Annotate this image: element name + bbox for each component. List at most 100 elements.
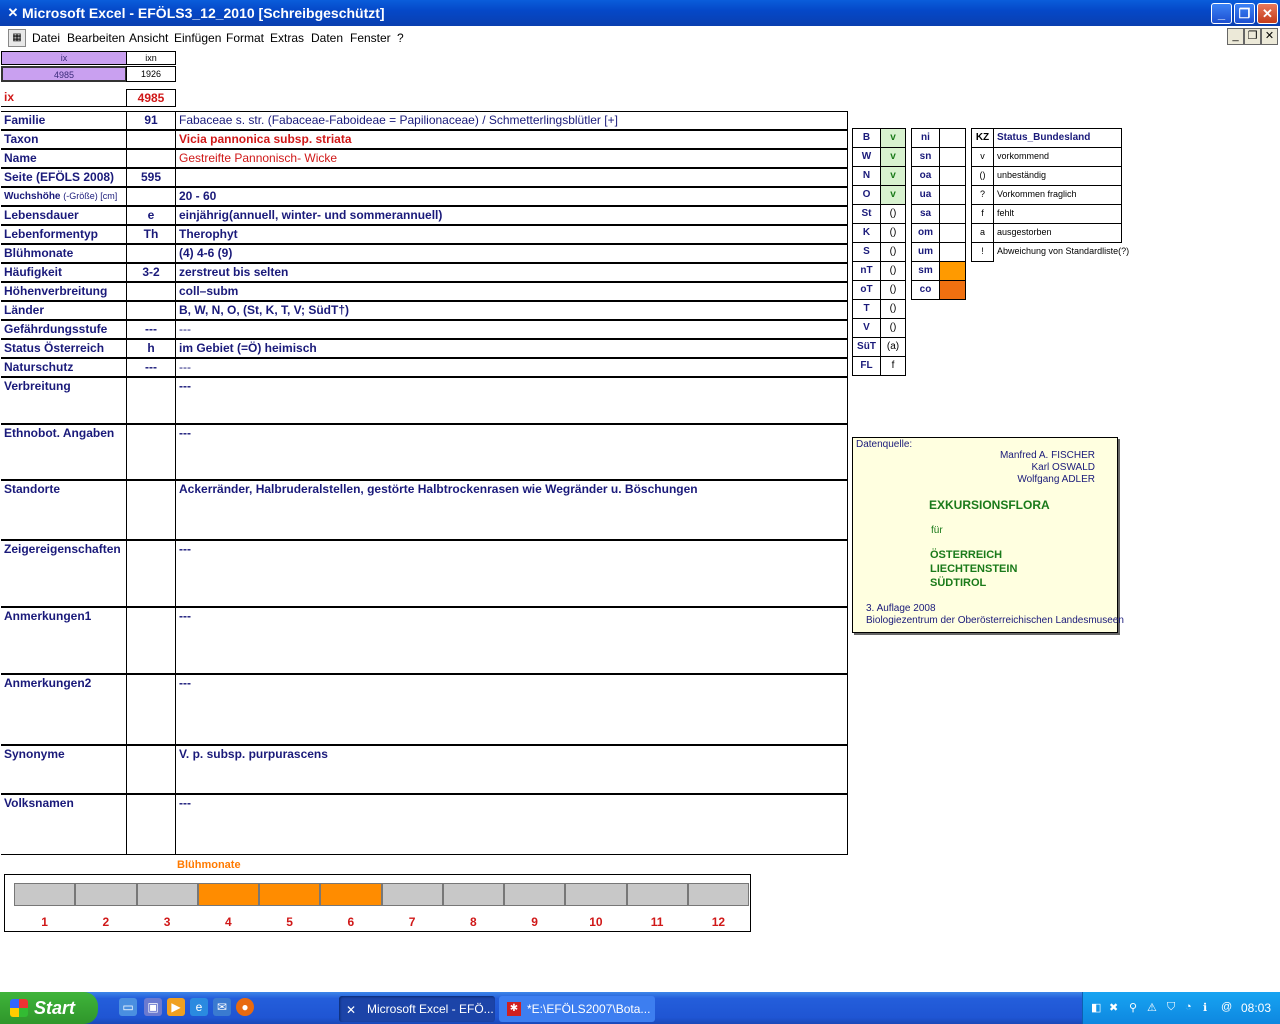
search-icon[interactable]: ⚲ bbox=[1129, 1001, 1137, 1014]
row-code[interactable] bbox=[126, 794, 176, 855]
row-value[interactable]: Therophyt bbox=[175, 225, 848, 244]
row-code[interactable]: 3-2 bbox=[126, 263, 176, 282]
row-value[interactable]: --- bbox=[175, 674, 848, 745]
row-value[interactable]: --- bbox=[175, 540, 848, 607]
laender-status[interactable]: v bbox=[880, 185, 906, 205]
stufe-value[interactable] bbox=[939, 280, 966, 300]
row-value[interactable]: Vicia pannonica subsp. striata bbox=[175, 130, 848, 149]
menu-datei[interactable]: Datei bbox=[32, 31, 60, 45]
row-code[interactable] bbox=[126, 187, 176, 206]
close-button[interactable]: ✕ bbox=[1257, 3, 1278, 24]
workbook-icon[interactable]: ▦ bbox=[8, 29, 26, 47]
row-code[interactable] bbox=[126, 377, 176, 424]
row-value[interactable]: --- bbox=[175, 377, 848, 424]
task-excel[interactable]: Microsoft Excel - EFÖ... bbox=[339, 996, 495, 1022]
stufe-value[interactable] bbox=[939, 261, 966, 281]
quicklaunch-desktop-icon[interactable]: ▭ bbox=[119, 998, 137, 1016]
shield-icon[interactable]: ⛉ bbox=[1167, 1001, 1175, 1014]
row-value[interactable]: coll–subm bbox=[175, 282, 848, 301]
row-code[interactable]: Th bbox=[126, 225, 176, 244]
row-value[interactable]: Gestreifte Pannonisch- Wicke bbox=[175, 149, 848, 168]
row-value[interactable]: --- bbox=[175, 320, 848, 339]
row-value[interactable]: 20 - 60 bbox=[175, 187, 848, 206]
stufe-value[interactable] bbox=[939, 166, 966, 186]
row-code[interactable] bbox=[126, 301, 176, 320]
laender-status[interactable]: v bbox=[880, 128, 906, 148]
update-icon[interactable]: ◔ bbox=[1185, 1001, 1192, 1013]
laender-status[interactable]: f bbox=[880, 356, 906, 376]
doc-close-button[interactable]: ✕ bbox=[1261, 28, 1278, 45]
row-value[interactable] bbox=[175, 168, 848, 187]
menu-fenster[interactable]: Fenster bbox=[350, 31, 391, 45]
row-value[interactable]: einjährig(annuell, winter- und sommerann… bbox=[175, 206, 848, 225]
row-value[interactable]: --- bbox=[175, 424, 848, 480]
row-value[interactable]: Ackerränder, Halbruderalstellen, gestört… bbox=[175, 480, 848, 540]
doc-restore-button[interactable]: ❐ bbox=[1244, 28, 1261, 45]
quicklaunch-mail-icon[interactable]: ✉ bbox=[213, 998, 231, 1016]
alert-icon[interactable]: ⚠ bbox=[1147, 1001, 1157, 1014]
row-code[interactable] bbox=[126, 674, 176, 745]
stufe-value[interactable] bbox=[939, 128, 966, 148]
stufe-value[interactable] bbox=[939, 147, 966, 167]
laender-status[interactable]: () bbox=[880, 204, 906, 224]
stufe-value[interactable] bbox=[939, 204, 966, 224]
quicklaunch-firefox-icon[interactable]: ● bbox=[236, 998, 254, 1016]
row-code[interactable] bbox=[126, 540, 176, 607]
laender-status[interactable]: () bbox=[880, 280, 906, 300]
row-code[interactable]: 595 bbox=[126, 168, 176, 187]
row-code[interactable] bbox=[126, 607, 176, 674]
worksheet[interactable]: ix ixn 4985 1926 ix 4985 Familie 91 Fabace… bbox=[0, 49, 1280, 992]
laender-status[interactable]: v bbox=[880, 166, 906, 186]
row-value[interactable]: zerstreut bis selten bbox=[175, 263, 848, 282]
stufe-value[interactable] bbox=[939, 185, 966, 205]
row-code[interactable] bbox=[126, 130, 176, 149]
quicklaunch-media-icon[interactable]: ▶ bbox=[167, 998, 185, 1016]
menu-bearbeiten[interactable]: Bearbeiten bbox=[67, 31, 125, 45]
menu-einfuegen[interactable]: Einfügen bbox=[174, 31, 221, 45]
menu-help[interactable]: ? bbox=[397, 31, 404, 45]
security-icon[interactable]: ✖ bbox=[1109, 1001, 1118, 1014]
ixn-value-cell[interactable]: 1926 bbox=[126, 66, 176, 82]
laender-status[interactable]: () bbox=[880, 299, 906, 319]
menu-extras[interactable]: Extras bbox=[270, 31, 304, 45]
doc-minimize-button[interactable]: _ bbox=[1227, 28, 1244, 45]
row-code[interactable] bbox=[126, 282, 176, 301]
network-icon[interactable]: ◧ bbox=[1091, 1001, 1101, 1014]
row-code[interactable] bbox=[126, 244, 176, 263]
task-editor[interactable]: *E:\EFÖLS2007\Bota... bbox=[499, 996, 655, 1022]
minimize-button[interactable]: _ bbox=[1211, 3, 1232, 24]
row-value[interactable]: (4) 4-6 (9) bbox=[175, 244, 848, 263]
laender-status[interactable]: () bbox=[880, 318, 906, 338]
row-code[interactable] bbox=[126, 745, 176, 794]
menu-ansicht[interactable]: Ansicht bbox=[129, 31, 168, 45]
quicklaunch-app-icon[interactable]: ▣ bbox=[144, 998, 162, 1016]
laender-status[interactable]: () bbox=[880, 261, 906, 281]
row-value[interactable]: --- bbox=[175, 358, 848, 377]
menu-daten[interactable]: Daten bbox=[311, 31, 343, 45]
laender-status[interactable]: v bbox=[880, 147, 906, 167]
stufe-value[interactable] bbox=[939, 223, 966, 243]
row-value[interactable]: V. p. subsp. purpurascens bbox=[175, 745, 848, 794]
quicklaunch-ie-icon[interactable]: e bbox=[190, 998, 208, 1016]
row-value[interactable]: Fabaceae s. str. (Fabaceae-Faboideae = P… bbox=[175, 111, 848, 130]
stufe-value[interactable] bbox=[939, 242, 966, 262]
row-value[interactable]: --- bbox=[175, 607, 848, 674]
info-icon[interactable]: ℹ bbox=[1203, 1001, 1207, 1014]
app-tray-icon[interactable]: @ bbox=[1221, 1001, 1232, 1013]
row-code[interactable] bbox=[126, 480, 176, 540]
ix-value-cell[interactable]: 4985 bbox=[1, 66, 127, 82]
row-code[interactable]: --- bbox=[126, 358, 176, 377]
row-value[interactable]: B, W, N, O, (St, K, T, V; SüdT†) bbox=[175, 301, 848, 320]
row-code[interactable]: h bbox=[126, 339, 176, 358]
laender-status[interactable]: (a) bbox=[880, 337, 906, 357]
menu-format[interactable]: Format bbox=[226, 31, 264, 45]
row-code[interactable]: 91 bbox=[126, 111, 176, 130]
row-code[interactable] bbox=[126, 424, 176, 480]
row-code[interactable]: e bbox=[126, 206, 176, 225]
row-value[interactable]: --- bbox=[175, 794, 848, 855]
row-code[interactable]: --- bbox=[126, 320, 176, 339]
laender-status[interactable]: () bbox=[880, 223, 906, 243]
laender-status[interactable]: () bbox=[880, 242, 906, 262]
row-value[interactable]: im Gebiet (=Ö) heimisch bbox=[175, 339, 848, 358]
row-code[interactable] bbox=[126, 149, 176, 168]
